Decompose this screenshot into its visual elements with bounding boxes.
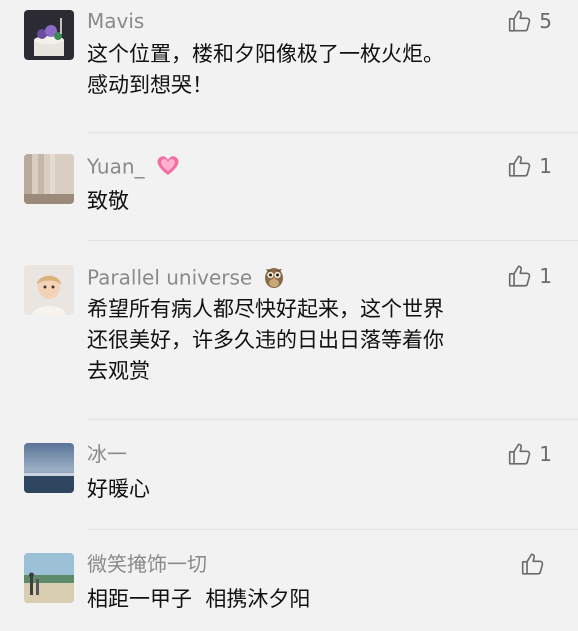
comment-text: 这个位置，楼和夕阳像极了一枚火炬。 感动到想哭！ [87, 42, 444, 97]
like-button[interactable] [520, 551, 552, 577]
comment-text: 好暖心 [87, 477, 150, 501]
divider [87, 419, 578, 420]
avatar[interactable] [24, 154, 74, 204]
comment-text: 致敬 [87, 189, 129, 213]
like-button[interactable]: 1 [507, 153, 552, 179]
comment-author[interactable]: Parallel universe [87, 263, 285, 295]
comment-text: 相距一甲子 相携沐夕阳 [87, 587, 311, 611]
comment-author[interactable]: 微笑掩饰一切 [87, 551, 207, 577]
thumbs-up-icon [509, 10, 531, 32]
like-button[interactable]: 1 [507, 263, 552, 289]
avatar[interactable] [24, 10, 74, 60]
thumbs-up-icon [509, 155, 531, 177]
comment-author[interactable]: Yuan_ [87, 153, 181, 183]
divider [87, 240, 578, 241]
thumbs-up-icon [521, 553, 544, 575]
like-count: 1 [539, 154, 552, 178]
comment-text: 希望所有病人都尽快好起来，这个世界 还很美好，许多久违的日出日落等着你 去观赏 [87, 297, 444, 383]
avatar[interactable] [24, 265, 74, 315]
comment-author[interactable]: 冰一 [87, 441, 127, 467]
like-button[interactable]: 1 [507, 441, 552, 467]
like-count: 1 [539, 264, 552, 288]
like-count: 1 [539, 442, 552, 466]
comment-author[interactable]: Mavis [87, 8, 144, 34]
divider [87, 529, 578, 530]
sparkling-heart-icon [155, 153, 181, 183]
avatar[interactable] [24, 443, 74, 493]
divider [87, 132, 578, 133]
avatar[interactable] [24, 553, 74, 603]
owl-icon [263, 263, 285, 295]
thumbs-up-icon [509, 443, 531, 465]
like-count: 5 [539, 9, 552, 33]
like-button[interactable]: 5 [507, 8, 552, 34]
thumbs-up-icon [509, 265, 531, 287]
